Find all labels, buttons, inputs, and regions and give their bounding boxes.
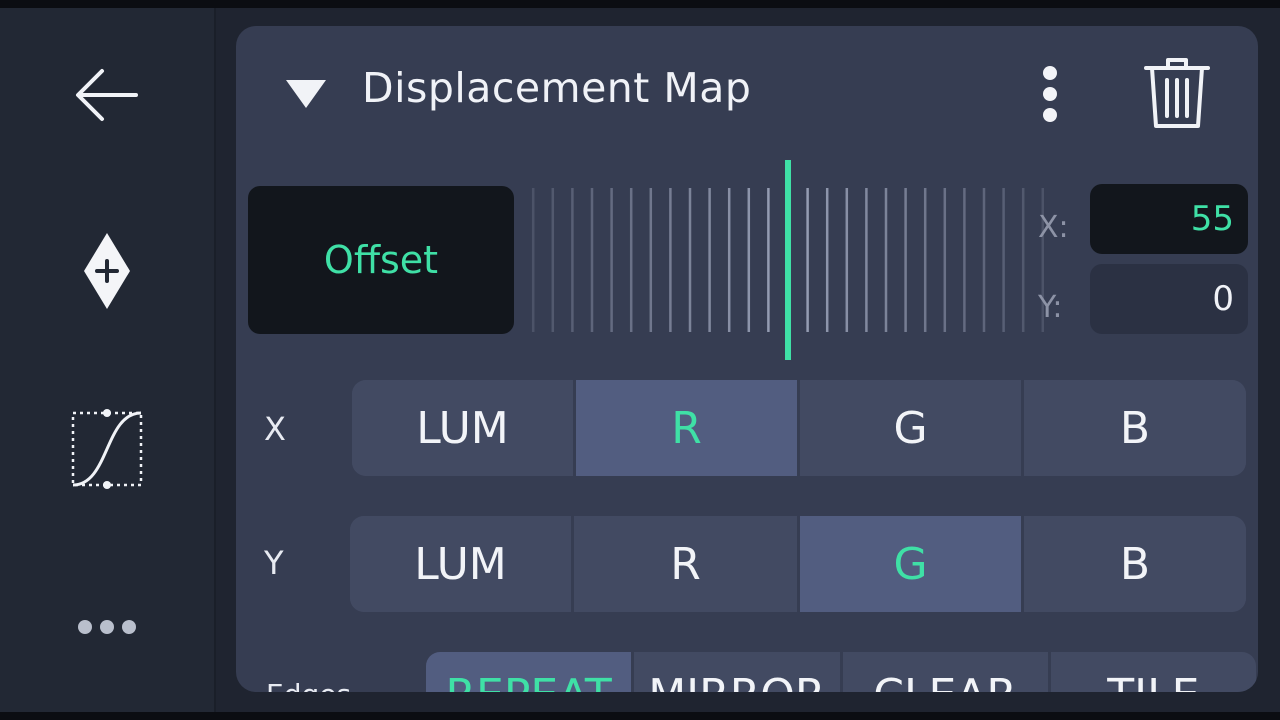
- edges-option[interactable]: REPEAT: [426, 652, 635, 692]
- back-arrow-icon: [76, 69, 138, 121]
- more-icon: [78, 620, 136, 634]
- offset-button[interactable]: Offset: [248, 186, 514, 334]
- y-channel-option[interactable]: B: [1024, 516, 1246, 612]
- easing-curve-icon: [71, 409, 143, 489]
- effect-title: Displacement Map: [362, 64, 752, 112]
- edges-option[interactable]: TILE: [1050, 652, 1256, 692]
- offset-x-label: X:: [1038, 210, 1069, 245]
- trash-icon[interactable]: [1142, 56, 1212, 130]
- y-channel-selector: LUM R G B: [350, 516, 1246, 612]
- y-channel-option[interactable]: R: [574, 516, 800, 612]
- more-button[interactable]: [52, 572, 162, 682]
- x-channel-option[interactable]: G: [800, 380, 1024, 476]
- x-channel-option[interactable]: R: [576, 380, 800, 476]
- y-channel-option[interactable]: G: [800, 516, 1024, 612]
- offset-y-label: Y:: [1038, 290, 1063, 325]
- y-channel-option[interactable]: LUM: [350, 516, 574, 612]
- edges-label: Edges: [266, 678, 351, 692]
- x-channel-option[interactable]: B: [1024, 380, 1246, 476]
- collapse-triangle-icon[interactable]: [284, 76, 328, 110]
- x-channel-label: X: [264, 410, 286, 448]
- offset-x-field[interactable]: 55: [1090, 184, 1248, 254]
- edges-option[interactable]: CLEAR: [842, 652, 1051, 692]
- bottom-strip: [0, 712, 1280, 720]
- x-channel-option[interactable]: LUM: [352, 380, 576, 476]
- effect-panel: Displacement Map Offset X: 55 Y: 0 X LUM…: [236, 26, 1258, 692]
- add-keyframe-button[interactable]: [52, 216, 162, 326]
- offset-y-field[interactable]: 0: [1090, 264, 1248, 334]
- offset-scrubber[interactable]: [524, 160, 1044, 360]
- easing-curve-button[interactable]: [52, 394, 162, 504]
- status-strip: [0, 0, 1280, 8]
- add-keyframe-icon: [84, 233, 130, 309]
- edges-option[interactable]: MIRROR: [634, 652, 843, 692]
- y-channel-label: Y: [264, 544, 284, 582]
- back-button[interactable]: [52, 40, 162, 150]
- edges-selector: REPEAT MIRROR CLEAR TILE: [426, 652, 1256, 692]
- kebab-menu-icon[interactable]: [1032, 62, 1068, 126]
- x-channel-selector: LUM R G B: [352, 380, 1246, 476]
- effect-header: Displacement Map: [236, 26, 1258, 156]
- left-toolbar: [0, 8, 216, 712]
